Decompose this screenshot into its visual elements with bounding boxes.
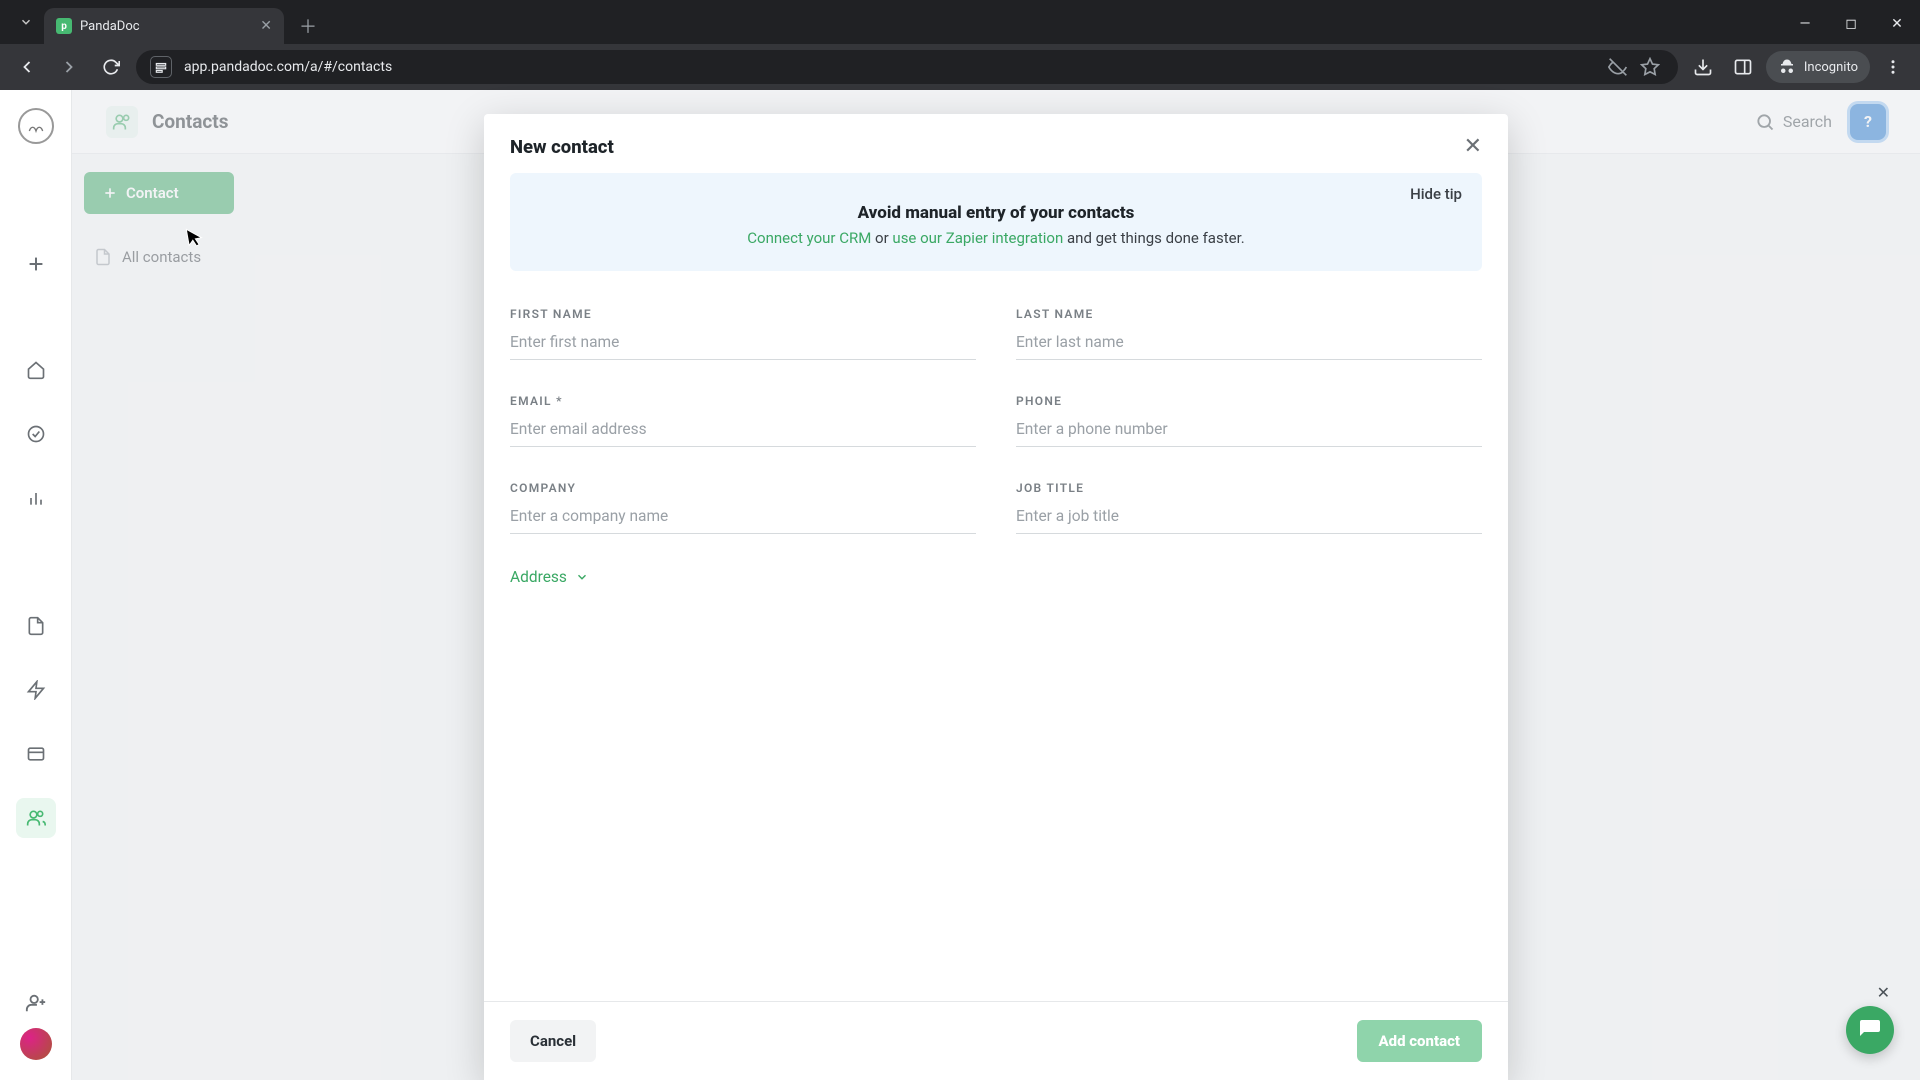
forward-button[interactable] <box>52 50 86 84</box>
browser-chrome: p PandaDoc ✕ ＋ ― ◻ ✕ app.pandadoc.com/a/… <box>0 0 1920 90</box>
tip-text: Connect your CRM or use our Zapier integ… <box>540 229 1452 247</box>
incognito-icon <box>1778 58 1796 76</box>
library-icon[interactable] <box>16 734 56 774</box>
last-name-label: LAST NAME <box>1016 307 1482 321</box>
kebab-menu-icon[interactable] <box>1876 50 1910 84</box>
documents-icon[interactable] <box>16 606 56 646</box>
tab-strip: p PandaDoc ✕ ＋ ― ◻ ✕ <box>0 0 1920 44</box>
chat-icon <box>1858 1018 1882 1042</box>
downloads-icon[interactable] <box>1686 50 1720 84</box>
contacts-icon[interactable] <box>16 798 56 838</box>
tab-search-dropdown[interactable] <box>8 4 44 40</box>
zapier-link[interactable]: use our Zapier integration <box>892 229 1063 247</box>
workspace-avatar[interactable] <box>18 108 54 144</box>
connect-crm-link[interactable]: Connect your CRM <box>747 229 871 247</box>
first-name-input[interactable] <box>510 327 976 360</box>
nav-rail <box>0 90 72 1080</box>
tip-heading: Avoid manual entry of your contacts <box>540 203 1452 223</box>
add-contact-button[interactable]: Add contact <box>1357 1020 1483 1062</box>
incognito-chip[interactable]: Incognito <box>1766 51 1870 83</box>
phone-input[interactable] <box>1016 414 1482 447</box>
company-input[interactable] <box>510 501 976 534</box>
tab-title: PandaDoc <box>80 19 140 34</box>
phone-label: PHONE <box>1016 394 1482 408</box>
new-tab-button[interactable]: ＋ <box>292 10 324 42</box>
tip-panel: Hide tip Avoid manual entry of your cont… <box>510 173 1482 271</box>
last-name-input[interactable] <box>1016 327 1482 360</box>
close-modal-button[interactable]: ✕ <box>1464 134 1482 159</box>
close-window-button[interactable]: ✕ <box>1874 4 1920 44</box>
email-label: EMAIL * <box>510 394 976 408</box>
email-field-group: EMAIL * <box>510 394 976 447</box>
close-tab-icon[interactable]: ✕ <box>260 18 272 34</box>
url-text: app.pandadoc.com/a/#/contacts <box>184 59 392 75</box>
create-new-icon[interactable] <box>16 244 56 284</box>
modal-footer: Cancel Add contact <box>484 1001 1508 1080</box>
first-name-field-group: FIRST NAME <box>510 307 976 360</box>
chat-close-icon[interactable]: ✕ <box>1877 983 1890 1002</box>
contact-form: FIRST NAME LAST NAME EMAIL * PHONE <box>510 307 1482 534</box>
hide-tip-button[interactable]: Hide tip <box>1410 185 1462 203</box>
modal-title: New contact <box>510 136 614 158</box>
company-label: COMPANY <box>510 481 976 495</box>
incognito-label: Incognito <box>1804 60 1858 75</box>
site-info-icon[interactable] <box>150 56 172 78</box>
cancel-button[interactable]: Cancel <box>510 1020 596 1062</box>
eye-off-icon[interactable] <box>1604 57 1632 77</box>
address-bar[interactable]: app.pandadoc.com/a/#/contacts <box>136 50 1678 84</box>
tip-or: or <box>871 229 892 247</box>
tasks-icon[interactable] <box>16 414 56 454</box>
chevron-down-icon <box>575 570 589 584</box>
bookmark-star-icon[interactable] <box>1636 57 1664 77</box>
new-contact-modal: New contact ✕ Hide tip Avoid manual entr… <box>484 114 1508 1080</box>
address-toggle[interactable]: Address <box>510 568 1482 586</box>
app-root: Contacts Search ? Contact Al <box>0 90 1920 1080</box>
tip-tail: and get things done faster. <box>1063 229 1244 247</box>
browser-toolbar: app.pandadoc.com/a/#/contacts Incognito <box>0 44 1920 90</box>
address-toggle-label: Address <box>510 568 567 586</box>
maximize-button[interactable]: ◻ <box>1828 4 1874 44</box>
job-title-field-group: JOB TITLE <box>1016 481 1482 534</box>
minimize-button[interactable]: ― <box>1782 4 1828 44</box>
home-icon[interactable] <box>16 350 56 390</box>
user-avatar[interactable] <box>20 1028 52 1060</box>
job-title-label: JOB TITLE <box>1016 481 1482 495</box>
pandadoc-favicon-icon: p <box>56 18 72 34</box>
email-input[interactable] <box>510 414 976 447</box>
last-name-field-group: LAST NAME <box>1016 307 1482 360</box>
job-title-input[interactable] <box>1016 501 1482 534</box>
templates-icon[interactable] <box>16 670 56 710</box>
browser-tab[interactable]: p PandaDoc ✕ <box>44 8 284 44</box>
chat-fab[interactable] <box>1846 1006 1894 1054</box>
invite-user-icon[interactable] <box>25 992 47 1014</box>
phone-field-group: PHONE <box>1016 394 1482 447</box>
reload-button[interactable] <box>94 50 128 84</box>
first-name-label: FIRST NAME <box>510 307 976 321</box>
modal-header: New contact ✕ <box>484 114 1508 173</box>
reports-icon[interactable] <box>16 478 56 518</box>
side-panel-icon[interactable] <box>1726 50 1760 84</box>
company-field-group: COMPANY <box>510 481 976 534</box>
back-button[interactable] <box>10 50 44 84</box>
window-controls: ― ◻ ✕ <box>1782 4 1920 44</box>
main-column: Contacts Search ? Contact Al <box>72 90 1920 1080</box>
